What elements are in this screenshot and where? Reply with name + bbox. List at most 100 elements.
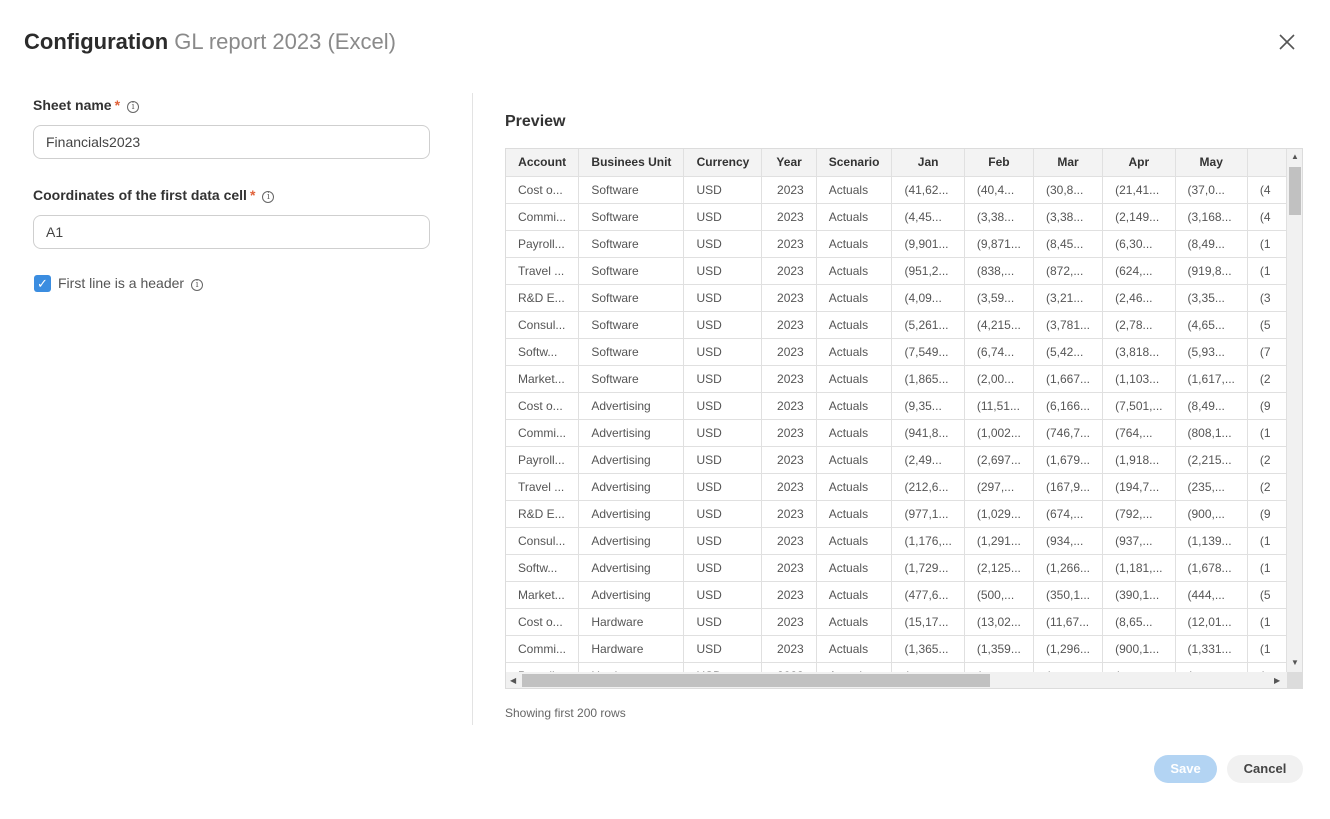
table-row: Cost o... Hardware USD 2023 Actuals (15,17...… — [506, 608, 1287, 636]
table-cell: (2 — [1247, 473, 1287, 501]
column-header[interactable]: Mar — [1033, 149, 1104, 177]
table-cell: 2023 — [761, 527, 817, 555]
scrollbar-corner — [1287, 672, 1302, 688]
info-icon[interactable]: i — [191, 279, 204, 291]
column-header[interactable]: Scenario — [816, 149, 893, 177]
table-cell: (3,38... — [1033, 203, 1104, 231]
table-cell: (1 — [1247, 554, 1287, 582]
info-icon[interactable]: i — [262, 191, 275, 203]
cancel-button[interactable]: Cancel — [1227, 755, 1303, 783]
table-cell: Travel ... — [506, 257, 580, 285]
title-text: Configuration — [24, 29, 169, 54]
table-cell: (1,365... — [891, 635, 965, 663]
table-cell: (838,... — [964, 257, 1034, 285]
table-cell: (1 — [1247, 230, 1287, 258]
table-row: R&D E... Software USD 2023 Actuals (4,09... (3… — [506, 284, 1287, 312]
table-cell: Cost o... — [506, 608, 580, 636]
table-cell: (4,65... — [1175, 311, 1248, 339]
save-button[interactable]: Save — [1154, 755, 1217, 783]
table-cell: (1,729... — [891, 554, 965, 582]
column-header[interactable]: Feb — [964, 149, 1034, 177]
table-cell: (1 — [1247, 635, 1287, 663]
table-cell: ( — [1175, 662, 1248, 672]
table-cell: (1 — [1247, 257, 1287, 285]
table-cell: Actuals — [816, 176, 893, 204]
first-cell-input[interactable] — [33, 215, 430, 249]
table-cell: USD — [683, 608, 763, 636]
info-icon[interactable]: i — [127, 101, 140, 113]
horizontal-scrollbar[interactable]: ◀ ▶ — [506, 672, 1287, 688]
column-header[interactable]: Businees Unit — [578, 149, 685, 177]
table-row: Payroll...HardwareUSD2023Actuals(((((( — [506, 662, 1287, 672]
table-cell: (1,296... — [1033, 635, 1104, 663]
table-row: Payroll... Software USD 2023 Actuals (9,901..… — [506, 230, 1287, 258]
table-cell: (1,331... — [1175, 635, 1248, 663]
table-cell: Actuals — [816, 608, 893, 636]
table-cell: (500,... — [964, 581, 1034, 609]
table-cell: Actuals — [816, 230, 893, 258]
table-cell: Software — [578, 230, 685, 258]
table-cell: (5,42... — [1033, 338, 1104, 366]
table-cell: (808,1... — [1175, 419, 1248, 447]
sheet-name-input[interactable] — [33, 125, 430, 159]
table-row: Softw... Advertising USD 2023 Actuals (1,729.… — [506, 554, 1287, 582]
table-cell: USD — [683, 446, 763, 474]
preview-table: Account Businees Unit Currency Year Scenario… — [506, 149, 1287, 672]
table-cell: Consul... — [506, 311, 580, 339]
table-cell: (13,02... — [964, 608, 1034, 636]
table-cell: (2,49... — [891, 446, 965, 474]
table-cell: Cost o... — [506, 176, 580, 204]
table-cell: (3,21... — [1033, 284, 1104, 312]
table-cell: Commi... — [506, 419, 580, 447]
table-cell: Payroll... — [506, 446, 580, 474]
table-cell: 2023 — [761, 473, 817, 501]
table-cell: Softw... — [506, 554, 580, 582]
table-cell: (2,215... — [1175, 446, 1248, 474]
column-header[interactable]: Apr — [1102, 149, 1176, 177]
table-cell: (1,181,... — [1102, 554, 1176, 582]
table-cell: (8,45... — [1033, 230, 1104, 258]
close-icon[interactable] — [1277, 32, 1297, 52]
table-cell: (1,266... — [1033, 554, 1104, 582]
table-cell: R&D E... — [506, 284, 580, 312]
table-cell: ( — [1247, 662, 1287, 672]
table-cell: (41,62... — [891, 176, 965, 204]
table-cell: (941,8... — [891, 419, 965, 447]
header-checkbox[interactable]: ✓ — [34, 275, 51, 292]
table-cell: (4,45... — [891, 203, 965, 231]
required-marker: * — [114, 97, 121, 113]
table-cell: 2023 — [761, 392, 817, 420]
table-cell: (194,7... — [1102, 473, 1176, 501]
table-cell: Actuals — [816, 419, 893, 447]
table-cell: Market... — [506, 581, 580, 609]
table-cell: (3,59... — [964, 284, 1034, 312]
table-cell: (30,8... — [1033, 176, 1104, 204]
column-header[interactable] — [1247, 149, 1287, 177]
table-cell: (1,865... — [891, 365, 965, 393]
column-header[interactable]: Year — [761, 149, 817, 177]
table-cell: Commi... — [506, 635, 580, 663]
vertical-scroll-thumb[interactable] — [1289, 167, 1301, 215]
table-cell: Consul... — [506, 527, 580, 555]
table-cell: (297,... — [964, 473, 1034, 501]
table-cell: Actuals — [816, 338, 893, 366]
horizontal-scroll-thumb[interactable] — [522, 674, 990, 687]
table-cell: (674,... — [1033, 500, 1104, 528]
table-cell: 2023 — [761, 581, 817, 609]
table-cell: USD — [683, 581, 763, 609]
table-cell: USD — [683, 635, 763, 663]
column-header[interactable]: Jan — [891, 149, 965, 177]
table-cell: (2,46... — [1102, 284, 1176, 312]
table-cell: Actuals — [816, 581, 893, 609]
column-header[interactable]: Currency — [683, 149, 763, 177]
column-header[interactable]: Account — [506, 149, 580, 177]
column-header[interactable]: May — [1175, 149, 1248, 177]
table-cell: 2023 — [761, 257, 817, 285]
table-cell: (3 — [1247, 284, 1287, 312]
table-cell: (2,00... — [964, 365, 1034, 393]
table-cell: Travel ... — [506, 473, 580, 501]
table-cell: Actuals — [816, 635, 893, 663]
table-cell: Hardware — [578, 608, 685, 636]
vertical-scrollbar[interactable]: ▲ ▼ — [1287, 149, 1302, 672]
first-cell-label: Coordinates of the first data cell * i — [33, 187, 275, 203]
